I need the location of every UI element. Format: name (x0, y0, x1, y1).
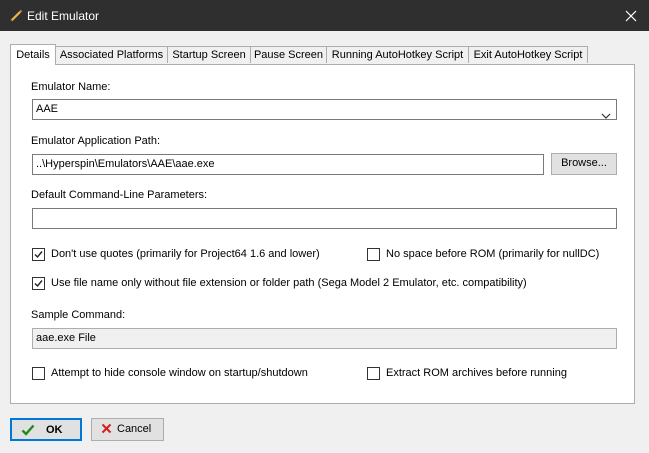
no-space-label: No space before ROM (primarily for nullD… (386, 248, 600, 260)
filename-only-label: Use file name only without file extensio… (51, 277, 527, 289)
close-button[interactable] (613, 0, 649, 31)
sample-command-value: aae.exe File (36, 332, 96, 344)
checkbox-box[interactable] (367, 367, 380, 380)
emulator-name-value: AAE (36, 103, 59, 115)
emulator-name-combobox[interactable]: AAE (32, 99, 617, 120)
tab-associated-platforms[interactable]: Associated Platforms (55, 46, 168, 63)
cancel-button[interactable]: Cancel (91, 418, 164, 441)
no-quotes-label: Don't use quotes (primarily for Project6… (51, 248, 320, 260)
title-bar: Edit Emulator (0, 0, 649, 31)
pencil-icon (8, 8, 24, 24)
cancel-label: Cancel (117, 423, 152, 435)
window-title: Edit Emulator (27, 9, 100, 23)
checkbox-box[interactable] (32, 277, 45, 290)
checkbox-box[interactable] (367, 248, 380, 261)
checkbox-box[interactable] (32, 248, 45, 261)
ok-label: OK (46, 424, 63, 436)
app-path-value: ..\Hyperspin\Emulators\AAE\aae.exe (36, 158, 215, 170)
checkmark-icon (21, 424, 35, 439)
sample-command-label: Sample Command: (31, 309, 126, 321)
checkmark-icon (34, 280, 43, 288)
hide-console-label: Attempt to hide console window on startu… (51, 367, 308, 379)
emulator-name-label: Emulator Name: (31, 81, 111, 93)
browse-button[interactable]: Browse... (551, 153, 617, 175)
details-panel: Emulator Name: AAE Emulator Application … (10, 64, 635, 404)
params-input[interactable] (32, 208, 617, 229)
checkmark-icon (34, 251, 43, 259)
app-path-label: Emulator Application Path: (31, 135, 161, 147)
tab-running-autohotkey-script[interactable]: Running AutoHotkey Script (326, 46, 469, 63)
chevron-down-icon (601, 107, 611, 119)
tab-details[interactable]: Details (10, 44, 56, 65)
tab-exit-autohotkey-script[interactable]: Exit AutoHotkey Script (468, 46, 588, 63)
sample-command-field: aae.exe File (32, 328, 617, 349)
ok-button[interactable]: OK (10, 418, 82, 441)
tab-startup-screen[interactable]: Startup Screen (167, 46, 251, 63)
params-label: Default Command-Line Parameters: (31, 189, 208, 201)
checkbox-box[interactable] (32, 367, 45, 380)
tab-pause-screen[interactable]: Pause Screen (250, 46, 327, 63)
cancel-x-icon (101, 423, 112, 437)
app-path-input[interactable]: ..\Hyperspin\Emulators\AAE\aae.exe (32, 154, 544, 175)
close-icon (625, 10, 637, 22)
extract-rom-label: Extract ROM archives before running (386, 367, 567, 379)
